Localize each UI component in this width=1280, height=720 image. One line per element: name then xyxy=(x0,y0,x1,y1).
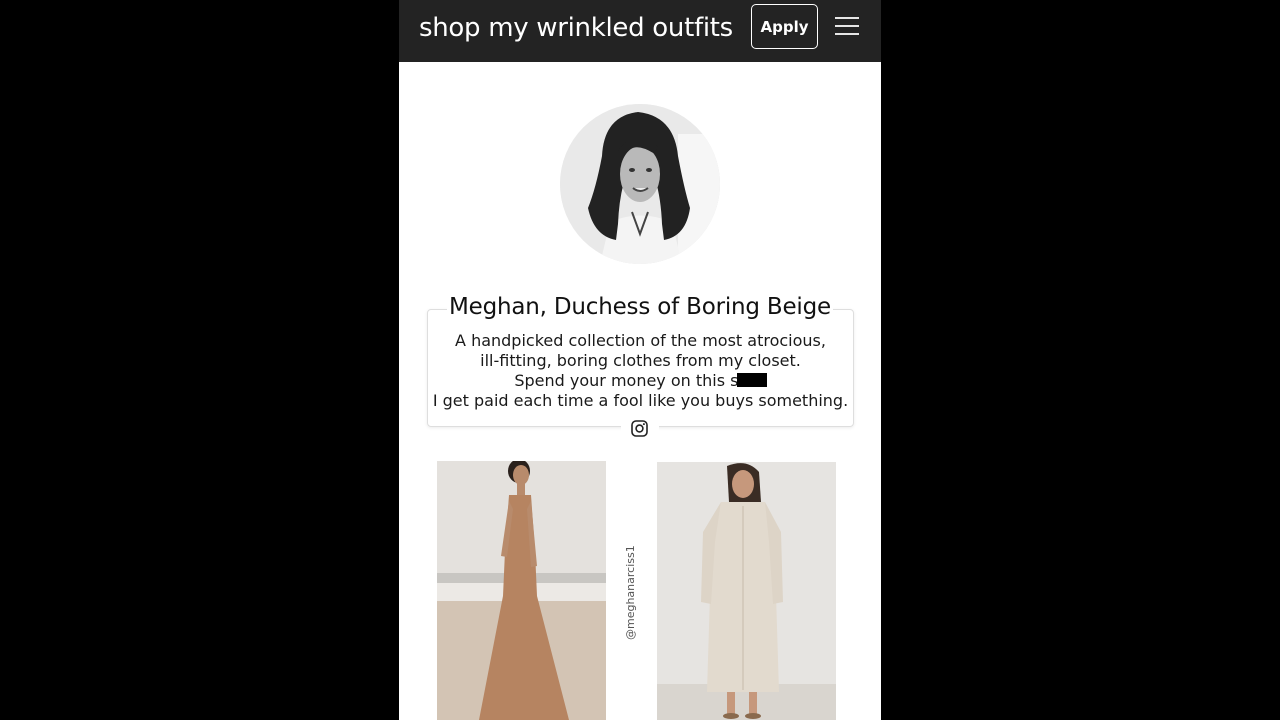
avatar xyxy=(560,104,720,264)
apply-button[interactable]: Apply xyxy=(751,4,818,49)
description-line: Spend your money on this sh xyxy=(514,371,749,390)
profile-name: Meghan, Duchess of Boring Beige xyxy=(447,290,833,324)
description-line-censored: Spend your money on this sh xyxy=(427,371,854,391)
product-photo-tan-dress[interactable] xyxy=(437,461,606,720)
redaction-bar xyxy=(736,373,767,387)
hamburger-menu-icon[interactable] xyxy=(835,14,860,38)
photo-watermark: @meghanarciss1 xyxy=(624,545,637,640)
product-photo-linen-shirtdress[interactable] xyxy=(657,462,836,720)
description-line: ill-fitting, boring clothes from my clos… xyxy=(480,351,801,370)
instagram-icon[interactable] xyxy=(621,413,659,443)
description-line: I get paid each time a fool like you buy… xyxy=(432,391,849,410)
phone-screen: shop my wrinkled outfits Apply Meghan, D… xyxy=(399,0,881,720)
description-line: A handpicked collection of the most atro… xyxy=(455,331,826,350)
site-title[interactable]: shop my wrinkled outfits xyxy=(419,10,733,46)
top-bar: shop my wrinkled outfits Apply xyxy=(399,0,881,62)
profile-description: A handpicked collection of the most atro… xyxy=(427,331,854,411)
